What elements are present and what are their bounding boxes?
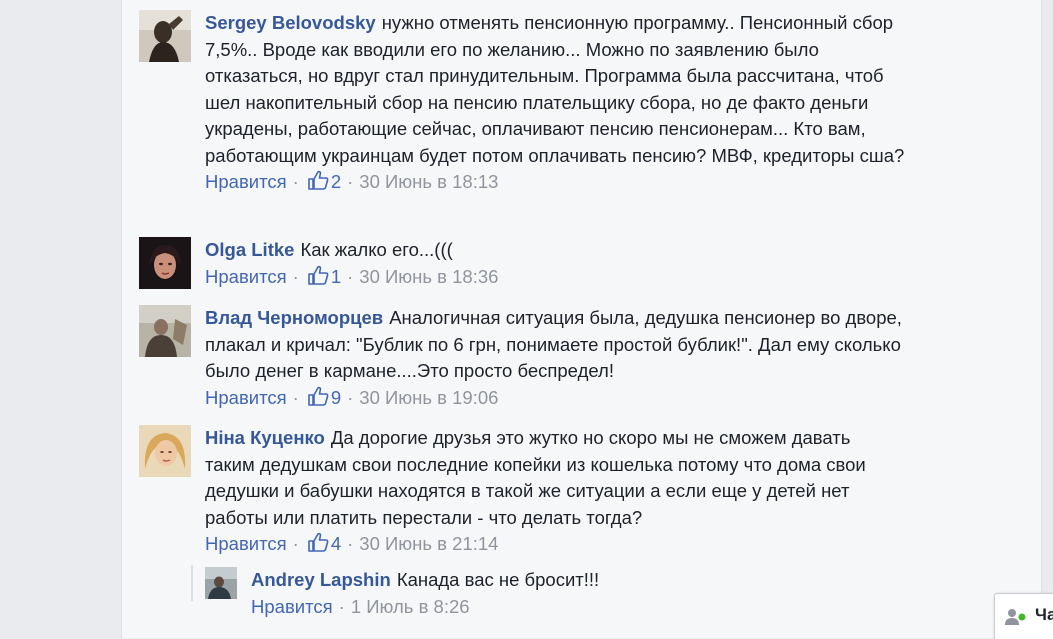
avatar-image	[139, 425, 191, 477]
comment-actions: Нравится · 9 · 30 Июнь в 19:06	[205, 385, 905, 414]
comment-timestamp[interactable]: 30 Июнь в 18:13	[359, 171, 498, 192]
comment-text: Olga Litke Как жалко его...(((	[205, 237, 905, 264]
comment-author[interactable]: Влад Черноморцев	[205, 307, 383, 328]
avatar[interactable]	[139, 237, 191, 289]
avatar[interactable]	[139, 425, 191, 477]
thumbs-up-icon[interactable]	[307, 531, 329, 560]
chat-label: Ча	[1035, 605, 1053, 624]
avatar-image	[139, 10, 191, 62]
avatar[interactable]	[139, 305, 191, 357]
like-count[interactable]: 2	[331, 171, 341, 192]
like-button[interactable]: Нравится	[205, 533, 287, 554]
comment-timestamp[interactable]: 30 Июнь в 18:36	[359, 266, 498, 287]
comment-actions: Нравится · 4 · 30 Июнь в 21:14	[205, 531, 905, 560]
separator-dot: ·	[292, 386, 299, 408]
comment-text: Влад Черноморцев Аналогичная ситуация был…	[205, 305, 905, 385]
reply-message: Канада вас не бросит!!!	[396, 569, 600, 590]
separator-dot: ·	[347, 386, 354, 408]
separator-dot: ·	[347, 265, 354, 287]
reply-thread-line	[191, 565, 193, 601]
comment-author[interactable]: Sergey Belovodsky	[205, 12, 376, 33]
separator-dot: ·	[347, 171, 354, 192]
like-count[interactable]: 1	[331, 266, 341, 287]
separator-dot: ·	[292, 171, 299, 192]
chat-people-icon	[1004, 607, 1028, 632]
reply-text: Andrey Lapshin Канада вас не бросит!!!	[251, 567, 851, 594]
avatar-image	[139, 305, 191, 357]
thumbs-up-icon[interactable]	[307, 385, 329, 414]
comment-timestamp[interactable]: 30 Июнь в 21:14	[359, 533, 498, 554]
thumbs-up-icon[interactable]	[307, 169, 329, 198]
reply-actions: Нравится · 1 Июль в 8:26	[251, 594, 851, 620]
comment-timestamp[interactable]: 30 Июнь в 19:06	[359, 387, 498, 408]
reply-timestamp[interactable]: 1 Июль в 8:26	[351, 596, 470, 617]
like-button[interactable]: Нравится	[251, 596, 333, 617]
separator-dot: ·	[347, 533, 354, 554]
comment-actions: Нравится · 2 · 30 Июнь в 18:13	[205, 169, 905, 198]
like-button[interactable]: Нравится	[205, 171, 287, 192]
separator-dot: ·	[338, 595, 345, 617]
comment-author[interactable]: Ніна Куценко	[205, 427, 325, 448]
comment-message: Как жалко его...(((	[300, 239, 453, 260]
chat-tab[interactable]: Ча	[994, 593, 1053, 639]
separator-dot: ·	[292, 533, 299, 554]
comment-text: Sergey Belovodsky нужно отменять пенсионн…	[205, 10, 905, 169]
separator-dot: ·	[292, 265, 299, 287]
comment-message: нужно отменять пенсионную программу.. Пе…	[205, 12, 905, 166]
like-button[interactable]: Нравится	[205, 387, 287, 408]
comment-author[interactable]: Olga Litke	[205, 239, 294, 260]
reply-author[interactable]: Andrey Lapshin	[251, 569, 391, 590]
like-count[interactable]: 4	[331, 533, 341, 554]
like-button[interactable]: Нравится	[205, 266, 287, 287]
comment-actions: Нравится · 1 · 30 Июнь в 18:36	[205, 264, 905, 293]
avatar[interactable]	[139, 10, 191, 62]
comments-panel: Sergey Belovodsky нужно отменять пенсионн…	[121, 0, 1042, 638]
like-count[interactable]: 9	[331, 387, 341, 408]
avatar[interactable]	[205, 567, 237, 599]
comment-text: Ніна Куценко Да дорогие друзья это жутко …	[205, 425, 905, 531]
avatar-image	[205, 567, 237, 599]
avatar-image	[139, 237, 191, 289]
thumbs-up-icon[interactable]	[307, 264, 329, 293]
